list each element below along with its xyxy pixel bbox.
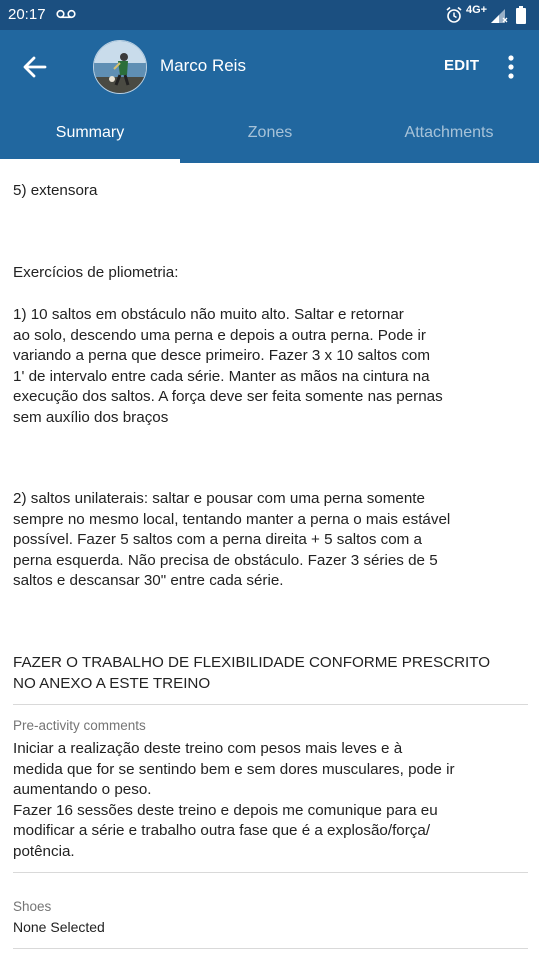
edit-button[interactable]: EDIT xyxy=(444,57,479,74)
pre-activity-label: Pre-activity comments xyxy=(13,718,146,733)
alarm-icon xyxy=(446,6,462,23)
tab-indicator xyxy=(0,159,180,163)
exercise-2-text: 2) saltos unilaterais: saltar e pousar c… xyxy=(13,490,451,590)
divider xyxy=(13,872,528,873)
tab-attachments[interactable]: Attachments xyxy=(359,104,539,163)
flexibility-note: FAZER O TRABALHO DE FLEXIBILIDADE CONFOR… xyxy=(13,654,491,692)
athlete-name: Marco Reis xyxy=(160,56,246,75)
app-bar: Marco Reis EDIT xyxy=(0,30,539,104)
voicemail-icon xyxy=(56,9,76,19)
status-time: 20:17 xyxy=(8,6,46,23)
pre-activity-text: Iniciar a realização deste treino com pe… xyxy=(13,740,455,860)
back-arrow-icon[interactable] xyxy=(20,52,50,82)
status-bar: 20:17 4G+ xyxy=(0,0,539,30)
avatar[interactable] xyxy=(93,40,147,94)
more-options-icon[interactable] xyxy=(504,52,518,82)
signal-icon xyxy=(491,9,508,23)
shoes-label: Shoes xyxy=(13,899,52,914)
divider xyxy=(13,704,528,705)
plyometrics-heading: Exercícios de pliometria: xyxy=(13,264,179,281)
divider xyxy=(13,948,528,949)
battery-icon xyxy=(516,6,526,24)
exercise-1-text: 1) 10 saltos em obstáculo não muito alto… xyxy=(13,306,443,426)
shoes-value[interactable]: None Selected xyxy=(13,919,105,935)
network-type: 4G+ xyxy=(466,4,488,16)
tab-bar: Summary Zones Attachments xyxy=(0,104,539,163)
avatar-photo xyxy=(94,41,146,93)
tab-zones[interactable]: Zones xyxy=(180,104,360,163)
tab-summary[interactable]: Summary xyxy=(0,104,180,163)
workout-text-line: 5) extensora xyxy=(13,182,98,199)
